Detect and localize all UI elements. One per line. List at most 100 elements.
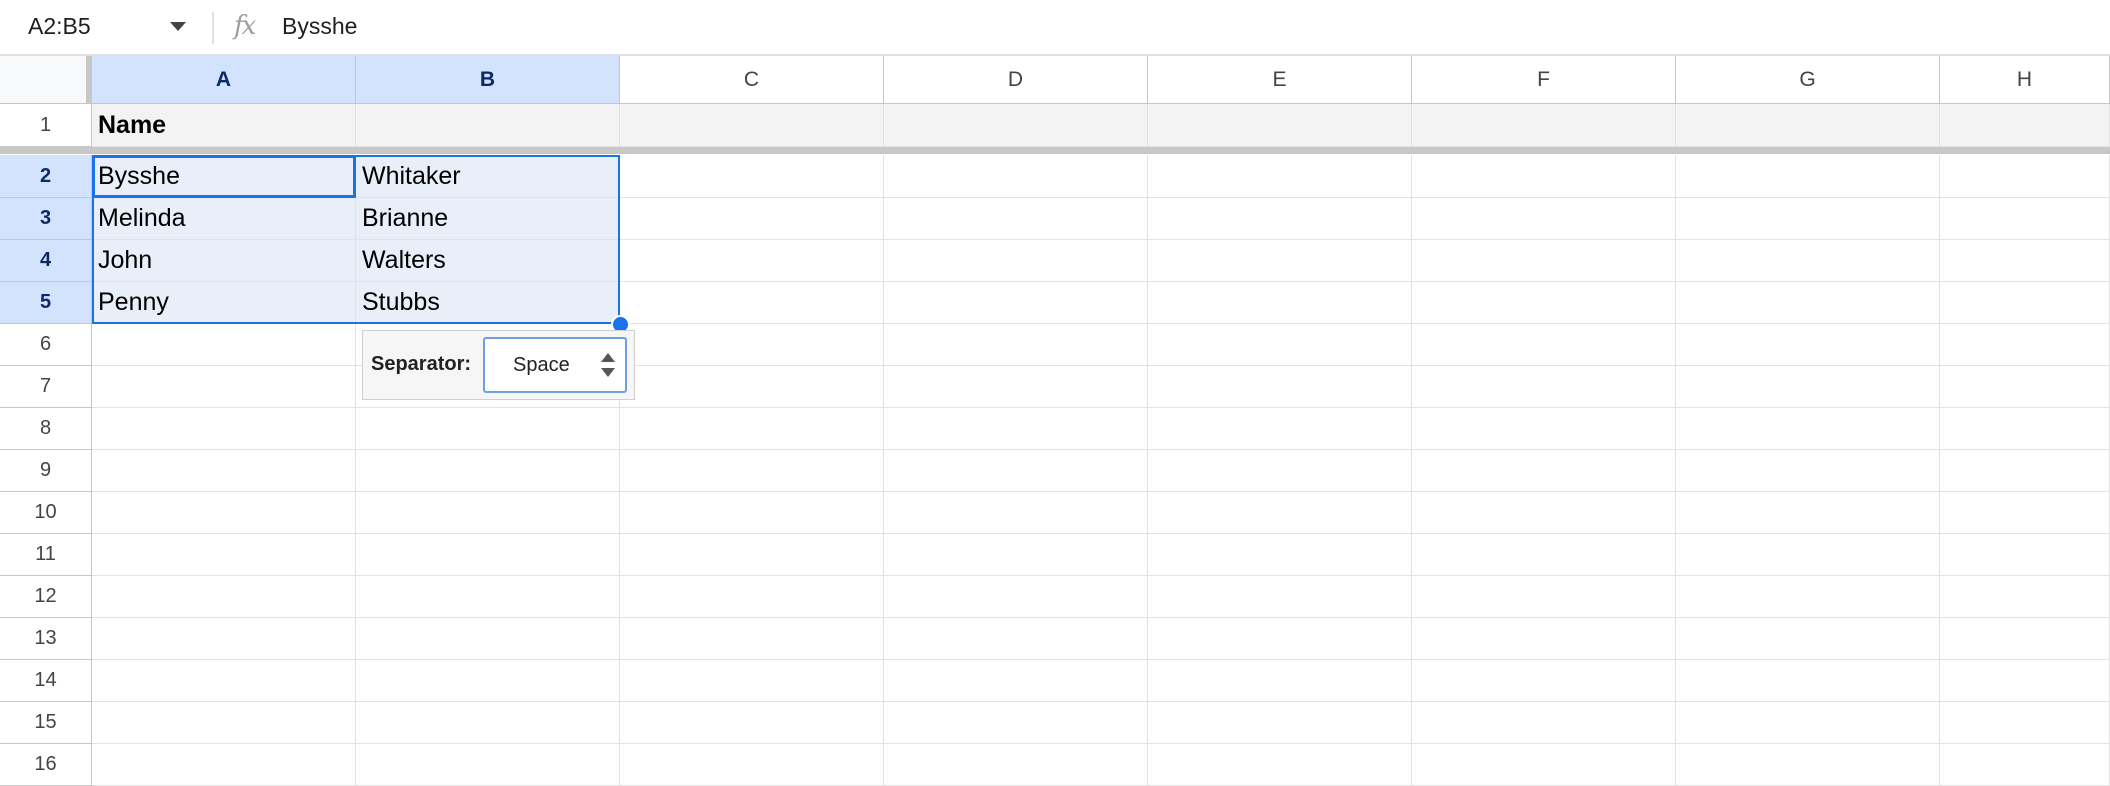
cell-f15[interactable]	[1412, 702, 1676, 744]
cell-g14[interactable]	[1676, 660, 1940, 702]
cell-h11[interactable]	[1940, 534, 2110, 576]
separator-selected-value[interactable]: Space	[513, 354, 570, 377]
cell-b8[interactable]	[356, 408, 620, 450]
cell-g1[interactable]	[1676, 104, 1940, 147]
cell-b14[interactable]	[356, 660, 620, 702]
cell-g8[interactable]	[1676, 408, 1940, 450]
cell-a6[interactable]	[92, 324, 356, 366]
column-header-c[interactable]: C	[620, 56, 884, 104]
cell-b9[interactable]	[356, 450, 620, 492]
cell-g3[interactable]	[1676, 198, 1940, 240]
cell-f1[interactable]	[1412, 104, 1676, 147]
cell-e2[interactable]	[1148, 155, 1412, 198]
cell-h14[interactable]	[1940, 660, 2110, 702]
cell-b16[interactable]	[356, 744, 620, 786]
cell-d3[interactable]	[884, 198, 1148, 240]
cell-h12[interactable]	[1940, 576, 2110, 618]
cell-a11[interactable]	[92, 534, 356, 576]
cell-f8[interactable]	[1412, 408, 1676, 450]
cell-g15[interactable]	[1676, 702, 1940, 744]
cell-c15[interactable]	[620, 702, 884, 744]
cell-c5[interactable]	[620, 282, 884, 324]
cell-a10[interactable]	[92, 492, 356, 534]
cell-e13[interactable]	[1148, 618, 1412, 660]
cell-b2[interactable]: Whitaker	[356, 155, 620, 198]
cell-c12[interactable]	[620, 576, 884, 618]
cell-h7[interactable]	[1940, 366, 2110, 408]
cell-b4[interactable]: Walters	[356, 240, 620, 282]
cell-a2[interactable]: Bysshe	[92, 155, 356, 198]
cell-d5[interactable]	[884, 282, 1148, 324]
cell-h9[interactable]	[1940, 450, 2110, 492]
row-header-10[interactable]: 10	[0, 492, 92, 534]
column-header-f[interactable]: F	[1412, 56, 1676, 104]
row-header-16[interactable]: 16	[0, 744, 92, 786]
cell-h1[interactable]	[1940, 104, 2110, 147]
cell-f12[interactable]	[1412, 576, 1676, 618]
cell-f16[interactable]	[1412, 744, 1676, 786]
cell-g6[interactable]	[1676, 324, 1940, 366]
frozen-row-divider[interactable]	[0, 147, 2110, 154]
cell-e5[interactable]	[1148, 282, 1412, 324]
cell-b11[interactable]	[356, 534, 620, 576]
row-header-8[interactable]: 8	[0, 408, 92, 450]
cell-h10[interactable]	[1940, 492, 2110, 534]
cell-c4[interactable]	[620, 240, 884, 282]
cell-c7[interactable]	[620, 366, 884, 408]
cell-a14[interactable]	[92, 660, 356, 702]
row-header-6[interactable]: 6	[0, 324, 92, 366]
cell-h5[interactable]	[1940, 282, 2110, 324]
name-box-value[interactable]: A2:B5	[28, 13, 91, 40]
column-header-g[interactable]: G	[1676, 56, 1940, 104]
cell-g13[interactable]	[1676, 618, 1940, 660]
cell-a5[interactable]: Penny	[92, 282, 356, 324]
row-header-4[interactable]: 4	[0, 240, 92, 282]
cell-c6[interactable]	[620, 324, 884, 366]
cell-c14[interactable]	[620, 660, 884, 702]
cell-d13[interactable]	[884, 618, 1148, 660]
cell-b1[interactable]	[356, 104, 620, 147]
cell-g2[interactable]	[1676, 155, 1940, 198]
row-header-3[interactable]: 3	[0, 198, 92, 240]
cell-d9[interactable]	[884, 450, 1148, 492]
cell-b15[interactable]	[356, 702, 620, 744]
cell-c16[interactable]	[620, 744, 884, 786]
row-header-11[interactable]: 11	[0, 534, 92, 576]
column-header-d[interactable]: D	[884, 56, 1148, 104]
cell-f9[interactable]	[1412, 450, 1676, 492]
cell-e12[interactable]	[1148, 576, 1412, 618]
cell-g12[interactable]	[1676, 576, 1940, 618]
cell-d2[interactable]	[884, 155, 1148, 198]
cell-h16[interactable]	[1940, 744, 2110, 786]
cell-d6[interactable]	[884, 324, 1148, 366]
cell-e3[interactable]	[1148, 198, 1412, 240]
cell-c9[interactable]	[620, 450, 884, 492]
cell-a7[interactable]	[92, 366, 356, 408]
cell-f3[interactable]	[1412, 198, 1676, 240]
cell-c11[interactable]	[620, 534, 884, 576]
cell-g11[interactable]	[1676, 534, 1940, 576]
cell-d10[interactable]	[884, 492, 1148, 534]
cell-d12[interactable]	[884, 576, 1148, 618]
cell-f2[interactable]	[1412, 155, 1676, 198]
cell-e9[interactable]	[1148, 450, 1412, 492]
cell-g7[interactable]	[1676, 366, 1940, 408]
cell-h13[interactable]	[1940, 618, 2110, 660]
name-box[interactable]: A2:B5	[0, 0, 210, 54]
cell-a1[interactable]: Name	[92, 104, 356, 147]
cell-a8[interactable]	[92, 408, 356, 450]
cell-c8[interactable]	[620, 408, 884, 450]
row-header-9[interactable]: 9	[0, 450, 92, 492]
cell-f11[interactable]	[1412, 534, 1676, 576]
cell-e1[interactable]	[1148, 104, 1412, 147]
cell-a4[interactable]: John	[92, 240, 356, 282]
cell-d14[interactable]	[884, 660, 1148, 702]
cell-g4[interactable]	[1676, 240, 1940, 282]
row-header-12[interactable]: 12	[0, 576, 92, 618]
row-header-1[interactable]: 1	[0, 104, 92, 147]
cell-h8[interactable]	[1940, 408, 2110, 450]
cell-b10[interactable]	[356, 492, 620, 534]
cell-e11[interactable]	[1148, 534, 1412, 576]
row-header-14[interactable]: 14	[0, 660, 92, 702]
cell-f14[interactable]	[1412, 660, 1676, 702]
